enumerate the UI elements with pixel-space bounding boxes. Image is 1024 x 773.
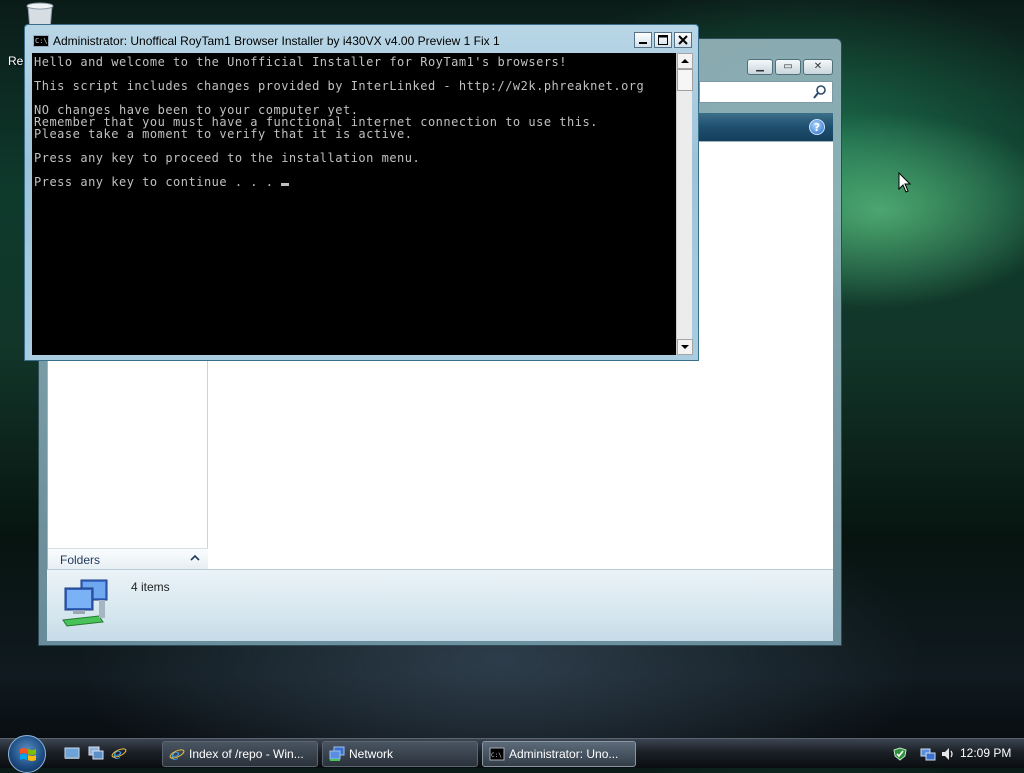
network-computers-icon — [62, 579, 108, 627]
console-output[interactable]: Hello and welcome to the Unofficial Inst… — [32, 53, 676, 355]
mouse-pointer-icon — [898, 172, 912, 193]
arrow-down-icon — [681, 345, 689, 349]
svg-text:e: e — [171, 746, 180, 762]
console-minimize-button[interactable] — [634, 32, 652, 48]
svg-text:C:\: C:\ — [491, 752, 502, 759]
console-text: Hello and welcome to the Unofficial Inst… — [34, 56, 644, 188]
folders-label: Folders — [60, 553, 101, 567]
taskbar-button-label: Administrator: Uno... — [509, 747, 619, 761]
windows-logo-icon — [20, 748, 36, 761]
network-status-icon[interactable] — [920, 746, 936, 762]
console-title: Administrator: Unoffical RoyTam1 Browser… — [53, 34, 500, 48]
item-count: 4 items — [131, 580, 170, 594]
switch-windows-icon[interactable] — [88, 745, 104, 761]
console-line: Hello and welcome to the Unofficial Inst… — [34, 55, 567, 69]
console-maximize-button[interactable] — [654, 32, 672, 48]
clock[interactable]: 12:09 PM — [960, 746, 1011, 760]
taskbar-button-console[interactable]: C:\ Administrator: Uno... — [482, 741, 636, 767]
console-window[interactable]: C:\ Administrator: Unoffical RoyTam1 Bro… — [24, 24, 699, 361]
details-pane: 4 items — [47, 569, 833, 641]
internet-explorer-icon[interactable]: e — [111, 745, 127, 761]
console-line: This script includes changes provided by… — [34, 79, 645, 93]
text-cursor — [281, 183, 290, 186]
close-icon — [678, 35, 688, 45]
console-line: Press any key to proceed to the installa… — [34, 151, 421, 165]
recycle-bin-label: Re — [8, 54, 24, 68]
console-close-button[interactable] — [674, 32, 692, 48]
arrow-up-icon — [681, 59, 689, 63]
taskbar-button-label: Network — [349, 747, 394, 761]
start-button[interactable] — [8, 735, 46, 773]
taskbar-button-label: Index of /repo - Win... — [189, 747, 304, 761]
console-line: Press any key to continue . . . — [34, 175, 282, 189]
close-button[interactable]: ✕ — [803, 59, 833, 75]
minimize-button[interactable]: ▁ — [747, 59, 773, 75]
system-tray: 12:09 PM — [886, 739, 1024, 769]
maximize-icon — [658, 35, 668, 45]
security-center-icon[interactable] — [892, 746, 908, 762]
help-icon[interactable]: ? — [809, 119, 825, 135]
taskbar: e e Index of /repo - Win... Network C:\ … — [0, 735, 1024, 773]
console-line: Please take a moment to verify that it i… — [34, 127, 413, 141]
maximize-button[interactable]: ▭ — [775, 59, 801, 75]
minimize-icon — [639, 42, 647, 44]
console-titlebar[interactable]: C:\ Administrator: Unoffical RoyTam1 Bro… — [25, 25, 698, 53]
ie-icon: e — [169, 746, 185, 762]
taskbar-button-ie[interactable]: e Index of /repo - Win... — [162, 741, 318, 767]
folders-toggle[interactable]: Folders — [48, 548, 208, 570]
chevron-up-icon — [190, 554, 200, 561]
scroll-up-button[interactable] — [677, 53, 693, 69]
search-input[interactable] — [699, 81, 833, 103]
console-scrollbar[interactable] — [676, 53, 693, 355]
cmd-icon: C:\ — [489, 747, 505, 761]
scroll-thumb[interactable] — [677, 69, 693, 91]
cmd-icon: C:\ — [33, 35, 49, 47]
explorer-window-controls: ▁ ▭ ✕ — [747, 59, 833, 75]
search-icon[interactable] — [812, 84, 828, 100]
taskbar-button-network[interactable]: Network — [322, 741, 478, 767]
show-desktop-icon[interactable] — [64, 745, 80, 761]
volume-icon[interactable] — [940, 746, 956, 762]
svg-text:e: e — [113, 745, 122, 761]
network-icon — [329, 746, 345, 761]
scroll-down-button[interactable] — [677, 339, 693, 355]
